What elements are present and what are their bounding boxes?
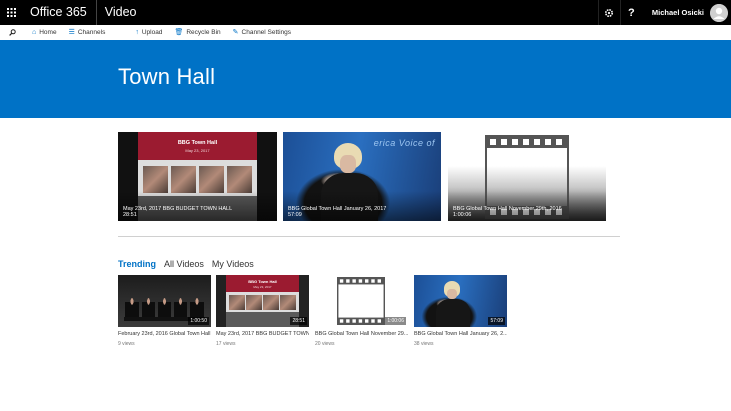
featured-video-duration: 1:00:06 — [453, 212, 472, 218]
tab-my-videos[interactable]: My Videos — [212, 259, 254, 269]
app-name[interactable]: Video — [97, 0, 137, 25]
slide-title: BBG Town Hall — [248, 279, 277, 284]
video-title[interactable]: May 23rd, 2017 BBG BUDGET TOWN H... — [216, 331, 309, 337]
user-name[interactable]: Michael Osicki — [642, 0, 710, 25]
avatar[interactable] — [710, 3, 728, 22]
section-divider — [118, 236, 620, 237]
settings-button[interactable] — [597, 0, 620, 25]
recycle-bin-command[interactable]: 🗑︎ Recycle Bin — [174, 29, 220, 36]
featured-video-1[interactable]: BBG Town Hall May 23, 2017 May 23rd, 201… — [118, 132, 277, 221]
video-duration: 57:09 — [488, 317, 505, 325]
video-duration: 1:00:50 — [188, 317, 209, 325]
video-views: 17 views — [216, 341, 236, 347]
slide-date: May 23, 2017 — [185, 148, 210, 153]
video-thumbnail[interactable]: 1:00:50 — [118, 275, 211, 327]
tab-all-videos[interactable]: All Videos — [164, 259, 204, 269]
home-command[interactable]: ⌂ Home — [32, 29, 57, 36]
video-views: 20 views — [315, 341, 335, 347]
suite-bar: Office 365 Video ? Michael Osicki — [0, 0, 731, 25]
search-button[interactable] — [0, 29, 24, 36]
gear-icon — [605, 8, 614, 17]
upload-label: Upload — [141, 29, 163, 36]
video-views: 38 views — [414, 341, 434, 347]
trash-icon: 🗑︎ — [174, 29, 184, 36]
thumbnail-overlay-text: erica Voice of — [373, 138, 435, 148]
video-thumbnail[interactable]: BBG Town Hall May 23, 2017 28:51 — [216, 275, 309, 327]
channels-label: Channels — [77, 29, 106, 36]
command-bar: ⌂ Home ☰ Channels ↑ Upload 🗑︎ Recycle Bi… — [0, 25, 731, 40]
film-placeholder-icon — [337, 277, 385, 325]
channels-command[interactable]: ☰ Channels — [69, 29, 106, 36]
app-launcher-button[interactable] — [0, 0, 22, 25]
list-icon: ☰ — [68, 29, 75, 36]
video-title[interactable]: BBG Global Town Hall November 29... — [315, 331, 408, 337]
featured-video-2[interactable]: erica Voice of BBG Global Town Hall Janu… — [283, 132, 441, 221]
video-tabs: Trending All Videos My Videos — [118, 259, 254, 269]
video-thumbnail[interactable]: 57:09 — [414, 275, 507, 327]
upload-command[interactable]: ↑ Upload — [135, 29, 162, 36]
brand-link[interactable]: Office 365 — [22, 0, 97, 25]
help-button[interactable]: ? — [619, 0, 642, 25]
upload-icon: ↑ — [135, 29, 139, 36]
video-duration: 1:00:06 — [385, 317, 406, 325]
video-title[interactable]: February 23rd, 2016 Global Town Hall — [118, 331, 211, 337]
search-icon — [8, 29, 16, 36]
help-icon: ? — [628, 6, 635, 19]
avatar-icon — [710, 3, 728, 22]
tab-trending[interactable]: Trending — [118, 259, 156, 269]
slide-title: BBG Town Hall — [177, 140, 218, 146]
featured-videos: BBG Town Hall May 23, 2017 May 23rd, 201… — [118, 132, 608, 221]
waffle-icon — [6, 8, 16, 17]
slide-date: May 23, 2017 — [253, 285, 272, 289]
featured-video-title[interactable]: May 23rd, 2017 BBG BUDGET TOWN HALL — [123, 206, 232, 212]
featured-video-3[interactable]: BBG Global Town Hall November 29th, 2016… — [448, 132, 606, 221]
pencil-icon: ✎ — [232, 29, 239, 36]
featured-video-title[interactable]: BBG Global Town Hall January 26, 2017 — [288, 206, 386, 212]
video-thumbnail[interactable]: 1:00:06 — [315, 275, 408, 327]
channel-banner: Town Hall — [0, 40, 731, 118]
featured-video-duration: 57:09 — [288, 212, 302, 218]
video-card[interactable]: BBG Town Hall May 23, 2017 28:51 May 23r… — [216, 275, 309, 347]
home-icon: ⌂ — [32, 29, 37, 36]
page-title: Town Hall — [118, 64, 216, 89]
channel-settings-command[interactable]: ✎ Channel Settings — [233, 29, 291, 36]
video-views: 9 views — [118, 341, 135, 347]
featured-video-duration: 28:51 — [123, 212, 137, 218]
video-duration: 28:51 — [290, 317, 307, 325]
video-card[interactable]: 1:00:50 February 23rd, 2016 Global Town … — [118, 275, 211, 347]
recycle-bin-label: Recycle Bin — [186, 29, 221, 36]
channel-settings-label: Channel Settings — [241, 29, 292, 36]
video-card[interactable]: 1:00:06 BBG Global Town Hall November 29… — [315, 275, 408, 347]
video-card[interactable]: 57:09 BBG Global Town Hall January 26, 2… — [414, 275, 507, 347]
home-label: Home — [39, 29, 57, 36]
video-title[interactable]: BBG Global Town Hall January 26, 2... — [414, 331, 507, 337]
